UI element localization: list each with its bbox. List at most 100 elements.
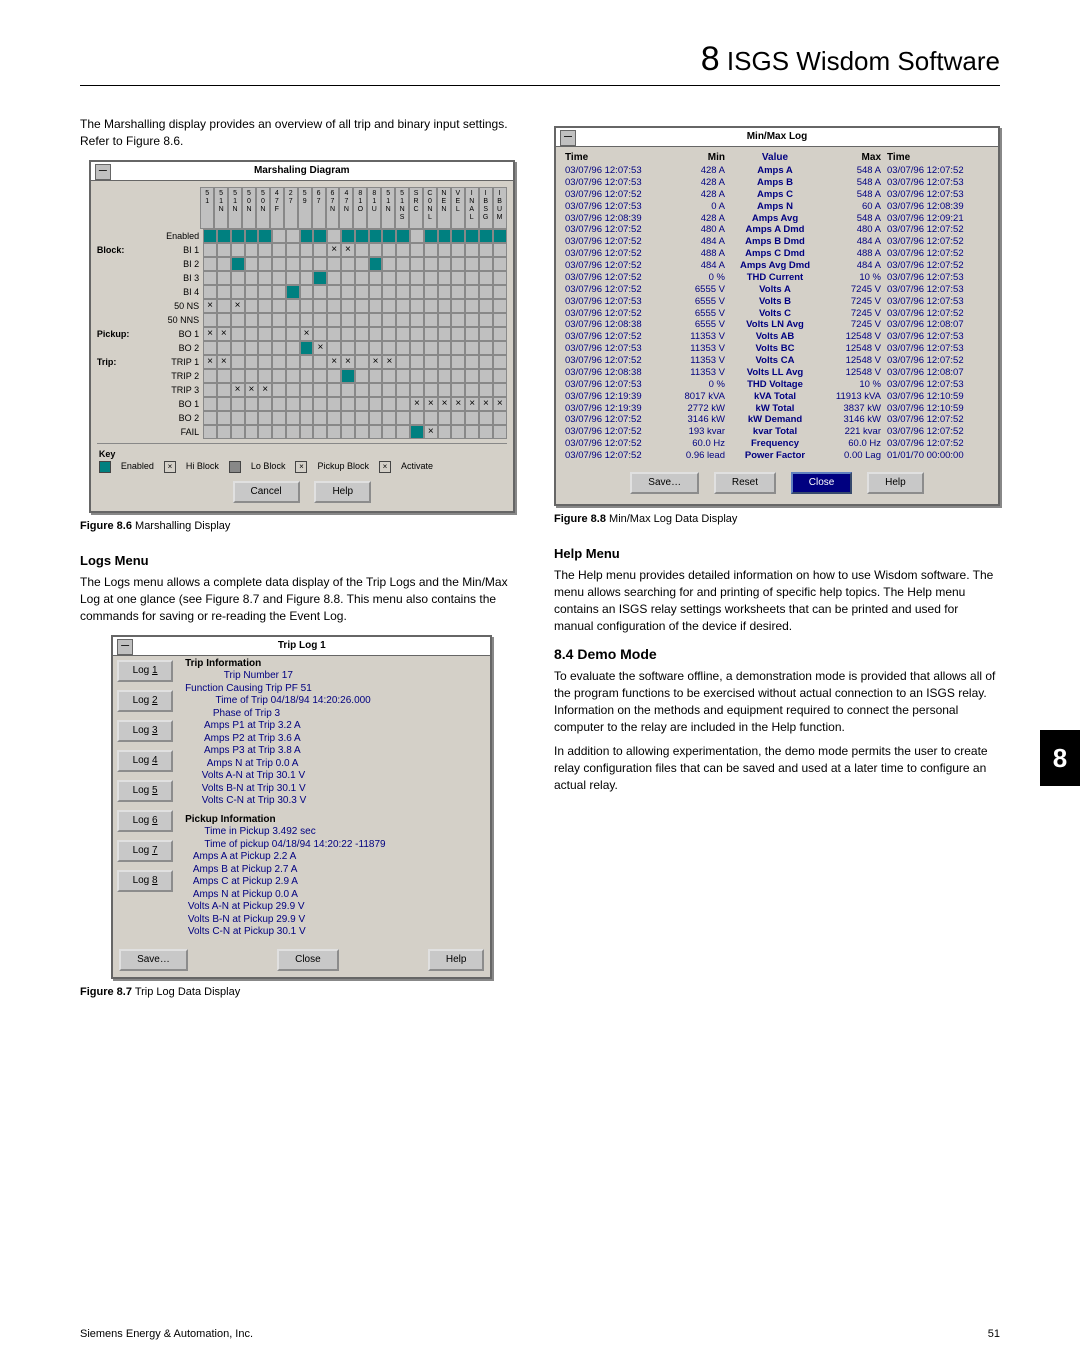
marsh-cell[interactable] [217,229,231,243]
marsh-cell[interactable] [424,411,438,425]
marsh-cell[interactable] [217,257,231,271]
marsh-cell[interactable] [203,369,217,383]
marsh-cell[interactable] [286,383,300,397]
marsh-cell[interactable] [451,313,465,327]
marsh-cell[interactable] [272,383,286,397]
marsh-cell[interactable] [300,327,314,341]
marsh-cell[interactable] [286,313,300,327]
marsh-cell[interactable] [355,397,369,411]
marsh-cell[interactable] [438,299,452,313]
marsh-cell[interactable] [245,341,259,355]
marsh-cell[interactable] [479,369,493,383]
marsh-cell[interactable] [479,397,493,411]
marsh-cell[interactable] [231,411,245,425]
marsh-cell[interactable] [396,243,410,257]
marsh-cell[interactable] [493,341,507,355]
marsh-cell[interactable] [341,425,355,439]
marsh-cell[interactable] [451,299,465,313]
marsh-cell[interactable] [410,229,424,243]
marsh-cell[interactable] [396,285,410,299]
marsh-cell[interactable] [300,243,314,257]
marsh-cell[interactable] [231,341,245,355]
marsh-cell[interactable] [286,341,300,355]
marsh-cell[interactable] [493,425,507,439]
marsh-cell[interactable] [355,271,369,285]
marsh-cell[interactable] [313,271,327,285]
marsh-cell[interactable] [424,341,438,355]
marsh-cell[interactable] [424,327,438,341]
marsh-cell[interactable] [286,355,300,369]
marsh-cell[interactable] [355,229,369,243]
marsh-cell[interactable] [396,383,410,397]
marsh-cell[interactable] [465,341,479,355]
marsh-cell[interactable] [341,271,355,285]
marsh-cell[interactable] [258,355,272,369]
marsh-cell[interactable] [493,369,507,383]
marsh-cell[interactable] [451,369,465,383]
marsh-cell[interactable] [217,355,231,369]
marsh-cell[interactable] [313,299,327,313]
marsh-cell[interactable] [424,257,438,271]
marsh-cell[interactable] [493,397,507,411]
marsh-cell[interactable] [369,341,383,355]
close-button[interactable]: Close [277,949,339,971]
marsh-cell[interactable] [424,397,438,411]
marsh-cell[interactable] [203,425,217,439]
marsh-cell[interactable] [217,383,231,397]
marsh-cell[interactable] [258,271,272,285]
marsh-cell[interactable] [286,425,300,439]
marsh-cell[interactable] [479,243,493,257]
marsh-cell[interactable] [396,271,410,285]
marsh-cell[interactable] [203,243,217,257]
marsh-cell[interactable] [341,355,355,369]
marsh-cell[interactable] [286,327,300,341]
marsh-cell[interactable] [231,285,245,299]
marsh-cell[interactable] [451,243,465,257]
marsh-cell[interactable] [465,285,479,299]
marsh-cell[interactable] [217,243,231,257]
marsh-cell[interactable] [217,285,231,299]
marsh-cell[interactable] [217,327,231,341]
marsh-cell[interactable] [313,341,327,355]
marsh-cell[interactable] [231,369,245,383]
log-button[interactable]: Log 5 [117,780,173,802]
marsh-cell[interactable] [479,425,493,439]
marsh-cell[interactable] [382,383,396,397]
marsh-cell[interactable] [382,243,396,257]
marsh-cell[interactable] [217,397,231,411]
marsh-cell[interactable] [382,355,396,369]
marsh-cell[interactable] [300,397,314,411]
marsh-cell[interactable] [465,397,479,411]
marsh-cell[interactable] [272,327,286,341]
marsh-cell[interactable] [493,257,507,271]
marsh-cell[interactable] [396,341,410,355]
marsh-cell[interactable] [493,285,507,299]
marsh-cell[interactable] [382,327,396,341]
marsh-cell[interactable] [396,397,410,411]
marsh-cell[interactable] [493,327,507,341]
marsh-cell[interactable] [396,425,410,439]
marsh-cell[interactable] [479,355,493,369]
marsh-cell[interactable] [231,383,245,397]
marsh-cell[interactable] [341,341,355,355]
marsh-cell[interactable] [341,257,355,271]
marsh-cell[interactable] [438,341,452,355]
marsh-cell[interactable] [300,313,314,327]
marsh-cell[interactable] [341,397,355,411]
marsh-cell[interactable] [258,425,272,439]
marsh-cell[interactable] [410,271,424,285]
save-button[interactable]: Save… [630,472,699,494]
marsh-cell[interactable] [258,299,272,313]
marsh-cell[interactable] [410,383,424,397]
marsh-cell[interactable] [438,397,452,411]
marsh-cell[interactable] [300,341,314,355]
marsh-cell[interactable] [369,383,383,397]
marsh-cell[interactable] [396,411,410,425]
marsh-cell[interactable] [355,411,369,425]
marsh-cell[interactable] [465,271,479,285]
marsh-cell[interactable] [245,313,259,327]
marsh-cell[interactable] [355,425,369,439]
marsh-cell[interactable] [245,397,259,411]
marsh-cell[interactable] [327,285,341,299]
marsh-cell[interactable] [369,355,383,369]
